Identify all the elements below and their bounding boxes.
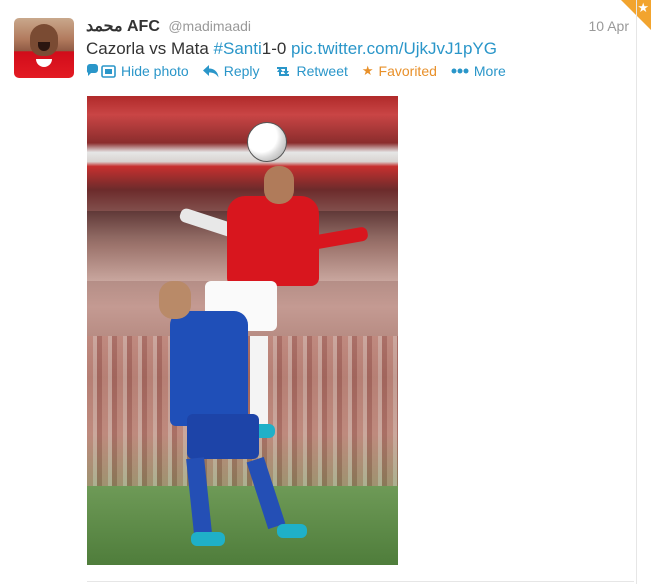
photo-player-red-shirt bbox=[227, 196, 319, 286]
hide-photo-button[interactable]: Hide photo bbox=[86, 63, 189, 79]
photo-pitch bbox=[87, 486, 398, 565]
avatar[interactable] bbox=[14, 18, 74, 78]
tweet-text-score: 1-0 bbox=[261, 39, 292, 58]
more-button[interactable]: More bbox=[451, 63, 506, 79]
avatar-face bbox=[30, 24, 58, 56]
star-icon: ★ bbox=[361, 63, 374, 78]
reply-label: Reply bbox=[223, 63, 260, 79]
hide-photo-label: Hide photo bbox=[121, 63, 189, 79]
tweet-header: محمد AFC @madimaadi bbox=[86, 16, 251, 36]
more-label: More bbox=[473, 63, 506, 79]
photo-player-blue-shorts bbox=[187, 414, 259, 459]
tweet-actions: Hide photo Reply Retweet ★ Favorited Mor… bbox=[86, 63, 520, 79]
ellipsis-icon bbox=[451, 68, 469, 74]
favorite-corner-star-icon: ★ bbox=[637, 0, 649, 15]
retweet-icon bbox=[274, 65, 292, 78]
photo-player-blue-boot bbox=[277, 524, 307, 538]
photo-player-blue-shirt bbox=[170, 311, 248, 426]
retweet-button[interactable]: Retweet bbox=[274, 63, 348, 79]
tweet-text-plain: Cazorla vs Mata bbox=[86, 39, 214, 58]
favorite-button[interactable]: ★ Favorited bbox=[362, 63, 437, 79]
user-handle[interactable]: @madimaadi bbox=[168, 18, 251, 34]
tweet-photo[interactable] bbox=[87, 96, 398, 565]
reply-arrow-icon bbox=[202, 64, 219, 78]
photo-icon bbox=[86, 64, 116, 78]
tweet-text: Cazorla vs Mata #Santi1-0 pic.twitter.co… bbox=[86, 39, 497, 59]
tweet-timestamp[interactable]: 10 Apr bbox=[589, 18, 629, 34]
avatar-collar bbox=[36, 59, 52, 67]
photo-player-blue-head bbox=[159, 281, 191, 319]
favorited-label: Favorited bbox=[378, 63, 437, 79]
reply-button[interactable]: Reply bbox=[202, 63, 260, 79]
photo-player-red-head bbox=[264, 166, 294, 204]
user-fullname[interactable]: محمد AFC bbox=[86, 18, 160, 35]
hashtag-link[interactable]: #Santi bbox=[214, 39, 262, 58]
timeline-border bbox=[636, 0, 637, 584]
tweet-divider bbox=[87, 581, 634, 582]
tweet: ★ محمد AFC @madimaadi 10 Apr Cazorla vs … bbox=[0, 0, 651, 584]
photo-player-blue-boot bbox=[191, 532, 225, 546]
retweet-label: Retweet bbox=[296, 63, 348, 79]
photo-football bbox=[247, 122, 287, 162]
media-link[interactable]: pic.twitter.com/UjkJvJ1pYG bbox=[291, 39, 497, 58]
